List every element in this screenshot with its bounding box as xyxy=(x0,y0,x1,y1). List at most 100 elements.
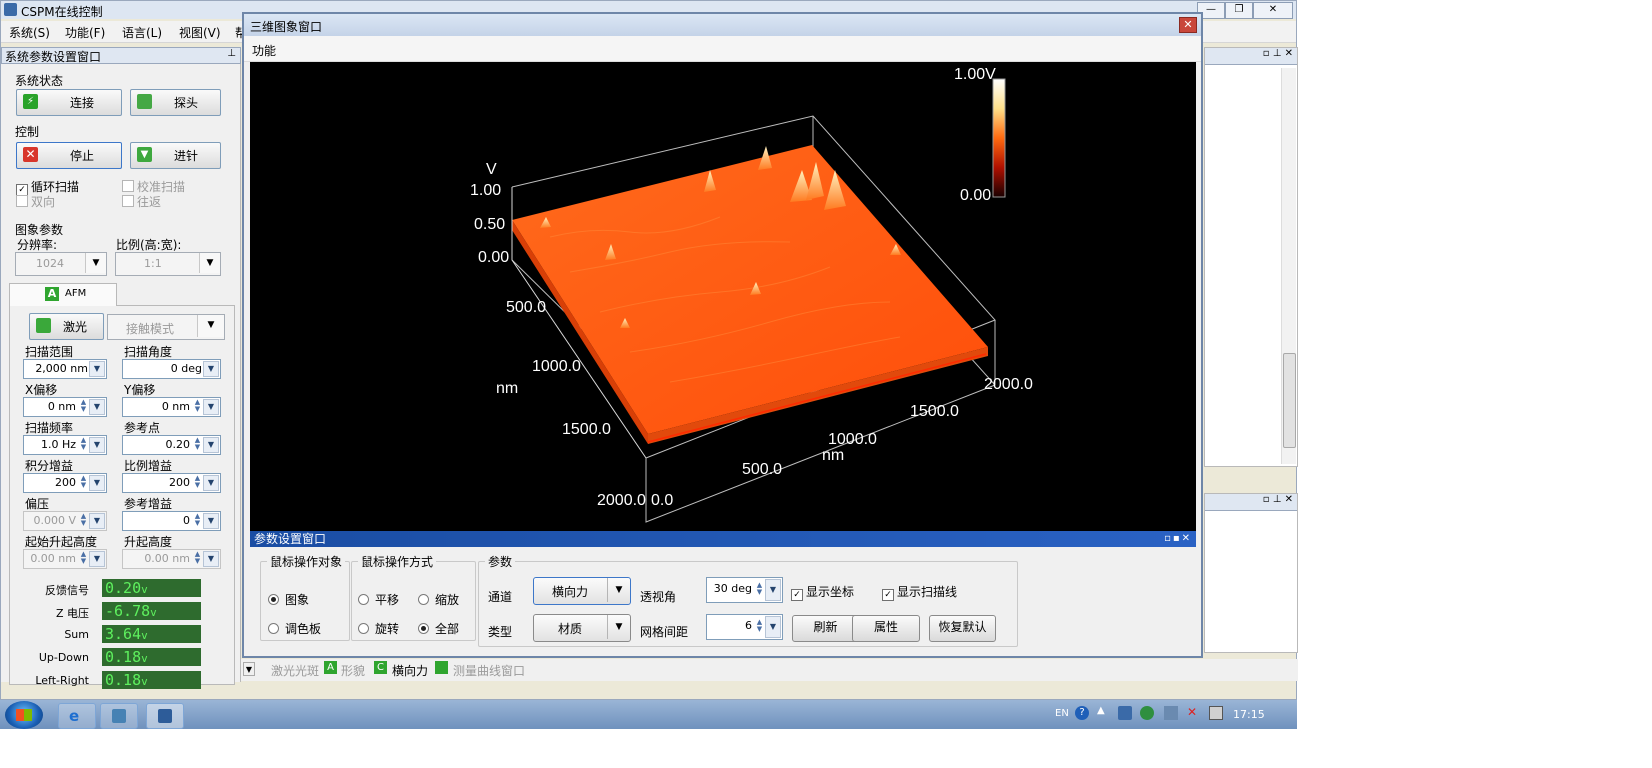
cspm-taskbar-icon[interactable] xyxy=(146,703,184,729)
volume-muted-icon[interactable]: ✕ xyxy=(1187,705,1197,719)
close-button[interactable]: ✕ xyxy=(1179,17,1197,33)
mode-select[interactable]: 接触模式 ▼ xyxy=(107,314,225,340)
param-input[interactable]: 0 nm ▲ ▼ ▼ xyxy=(122,397,221,417)
3d-window-title: 三维图象窗口 xyxy=(250,20,323,34)
tab-curve-window[interactable]: 测量曲线窗口 xyxy=(453,662,525,679)
maximize-button[interactable]: ❐ xyxy=(1225,2,1253,19)
chevron-down-icon[interactable]: ▼ xyxy=(89,551,105,567)
scrollbar[interactable] xyxy=(1281,68,1296,464)
target-image-radio[interactable]: 图象 xyxy=(268,591,309,608)
refresh-button[interactable]: 刷新 xyxy=(792,615,859,642)
help-icon[interactable]: ? xyxy=(1075,706,1089,720)
chevron-down-icon[interactable]: ▼ xyxy=(89,437,105,453)
tab-topography[interactable]: 形貌 xyxy=(341,662,365,679)
approach-button[interactable]: ▼ 进针 xyxy=(130,142,221,169)
param-input[interactable]: 200 ▲ ▼ ▼ xyxy=(23,473,107,493)
3d-surface-svg[interactable]: 1.00V 0.00 V 1.00 0.50 0.00 500.0 1000.0… xyxy=(250,62,1196,531)
param-label: 参考增益 xyxy=(124,497,173,511)
bottom-tick-500: 500.0 xyxy=(742,461,782,478)
chevron-down-icon[interactable]: ▼ xyxy=(203,399,219,415)
grid-spacing-input[interactable]: 6 ▲ ▼ ▼ xyxy=(706,614,783,640)
probe-button[interactable]: 探头 xyxy=(130,89,221,116)
stop-button[interactable]: ✕ 停止 xyxy=(16,142,122,169)
mode-rotate-radio[interactable]: 旋转 xyxy=(358,620,399,637)
pin-icon[interactable]: ▫ ⊥ ✕ xyxy=(1263,48,1293,59)
mode-zoom-radio[interactable]: 缩放 xyxy=(418,591,459,608)
tray-icon-1[interactable] xyxy=(1118,706,1132,720)
param-label: 积分增益 xyxy=(25,459,74,473)
show-axes-checkbox[interactable]: ✓ 显示坐标 xyxy=(791,583,854,601)
resolution-select[interactable]: 1024 ▼ xyxy=(15,252,107,276)
ie-taskbar-icon[interactable]: e xyxy=(58,703,96,729)
param-input[interactable]: 0.20 ▲ ▼ ▼ xyxy=(122,435,221,455)
panel-window-controls[interactable]: ▫▪✕ xyxy=(1164,531,1192,547)
tray-expand-icon[interactable]: ▲ xyxy=(1097,705,1105,716)
tab-lateral-force[interactable]: 横向力 xyxy=(392,662,428,679)
menu-language[interactable]: 语言(L) xyxy=(122,24,162,41)
chevron-down-icon[interactable]: ▼ xyxy=(203,513,219,529)
chevron-down-icon[interactable]: ▼ xyxy=(765,616,781,638)
chevron-down-icon[interactable]: ▼ xyxy=(203,437,219,453)
3d-window-menu-bar: 功能 xyxy=(244,36,1201,62)
readout-display: 0.20v xyxy=(102,579,201,597)
stop-x-icon: ✕ xyxy=(23,147,38,162)
param-input[interactable]: 2,000 nm ▼ xyxy=(23,359,107,379)
chevron-down-icon[interactable]: ▼ xyxy=(89,361,105,377)
readout-display: -6.78v xyxy=(102,602,201,620)
chevron-down-icon[interactable]: ▼ xyxy=(203,551,219,567)
app-taskbar-icon[interactable] xyxy=(100,703,138,729)
readout-unit: v xyxy=(141,629,148,642)
param-input[interactable]: 200 ▲ ▼ ▼ xyxy=(122,473,221,493)
param-input[interactable]: 1.0 Hz ▲ ▼ ▼ xyxy=(23,435,107,455)
close-button[interactable]: ✕ xyxy=(1253,2,1293,19)
restore-default-button[interactable]: 恢复默认 xyxy=(929,615,996,642)
network-icon[interactable] xyxy=(1164,706,1178,720)
properties-button[interactable]: 属性 xyxy=(852,615,920,642)
laser-button[interactable]: 激光 xyxy=(29,313,104,340)
tab-dropdown[interactable]: ▼ xyxy=(243,662,255,676)
mode-all-radio[interactable]: 全部 xyxy=(418,620,459,637)
ratio-select[interactable]: 1:1 ▼ xyxy=(115,252,221,276)
tray-icon-2[interactable] xyxy=(1140,706,1154,720)
tab-afm[interactable]: A AFM xyxy=(9,283,117,306)
bidirectional-checkbox[interactable]: 双向 xyxy=(16,193,55,210)
chevron-down-icon[interactable]: ▼ xyxy=(89,475,105,491)
target-palette-radio[interactable]: 调色板 xyxy=(268,620,321,637)
start-button[interactable] xyxy=(5,701,43,729)
menu-function[interactable]: 功能(F) xyxy=(65,24,105,41)
param-input[interactable]: 0 deg ▼ xyxy=(122,359,221,379)
chevron-down-icon[interactable]: ▼ xyxy=(89,513,105,529)
param-input[interactable]: 0.00 nm ▲ ▼ ▼ xyxy=(23,549,107,569)
chevron-down-icon: ▼ xyxy=(85,253,106,273)
show-scanline-checkbox[interactable]: ✓ 显示扫描线 xyxy=(882,583,957,601)
view-angle-input[interactable]: 30 deg ▲ ▼ ▼ xyxy=(706,577,783,603)
param-input[interactable]: 0 nm ▲ ▼ ▼ xyxy=(23,397,107,417)
type-select[interactable]: 材质 ▼ xyxy=(533,614,631,642)
pin-icon[interactable]: ⊥ xyxy=(227,48,236,59)
menu-view[interactable]: 视图(V) xyxy=(179,24,221,41)
param-value: 0.00 nm xyxy=(144,552,190,565)
menu-system[interactable]: 系统(S) xyxy=(9,24,50,41)
approach-icon: ▼ xyxy=(137,147,152,162)
round-trip-checkbox[interactable]: 往返 xyxy=(122,193,161,210)
channel-select[interactable]: 横向力 ▼ xyxy=(533,577,631,605)
param-input[interactable]: 0.00 nm ▲ ▼ ▼ xyxy=(122,549,221,569)
chevron-down-icon[interactable]: ▼ xyxy=(89,399,105,415)
pin-icon[interactable]: ▫ ⊥ ✕ xyxy=(1263,494,1293,505)
scroll-thumb[interactable] xyxy=(1283,353,1296,448)
power-icon[interactable] xyxy=(1209,706,1223,720)
3d-surface-plot[interactable]: 1.00V 0.00 V 1.00 0.50 0.00 500.0 1000.0… xyxy=(250,62,1196,531)
chevron-down-icon[interactable]: ▼ xyxy=(765,579,781,601)
chevron-down-icon[interactable]: ▼ xyxy=(203,475,219,491)
chevron-down-icon[interactable]: ▼ xyxy=(203,361,219,377)
mode-pan-radio[interactable]: 平移 xyxy=(358,591,399,608)
connect-button[interactable]: ⚡ 连接 xyxy=(16,89,122,116)
tab-laser-spot[interactable]: 激光光斑 xyxy=(271,662,319,679)
left-tick-1500: 1500.0 xyxy=(562,421,611,438)
clock[interactable]: 17:15 xyxy=(1233,708,1265,721)
language-indicator[interactable]: EN xyxy=(1055,708,1069,719)
param-input[interactable]: 0 ▲ ▼ ▼ xyxy=(122,511,221,531)
menu-function[interactable]: 功能 xyxy=(252,42,276,59)
param-label: 偏压 xyxy=(25,497,50,511)
param-input[interactable]: 0.000 V ▲ ▼ ▼ xyxy=(23,511,107,531)
